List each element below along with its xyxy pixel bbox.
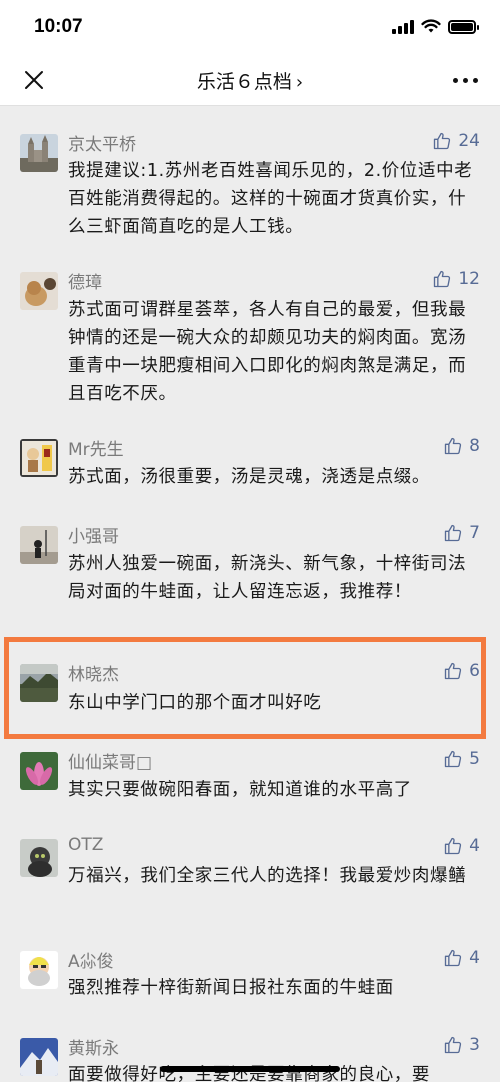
nav-bar: 乐活６点档 › bbox=[0, 56, 500, 106]
commenter-name[interactable]: 仙仙菜哥□ bbox=[68, 748, 152, 773]
thumbs-up-icon bbox=[445, 837, 462, 855]
status-bar: 10:07 bbox=[0, 0, 500, 56]
like-count: 8 bbox=[469, 436, 480, 456]
comment-text: 其实只要做碗阳春面，就知道谁的水平高了 bbox=[68, 780, 412, 800]
signal-icon bbox=[392, 19, 414, 34]
avatar[interactable] bbox=[20, 839, 58, 877]
comment-text: 苏州人独爱一碗面，新浇头、新气象，十梓街司法局对面的牛蛙面，让人留连忘返，我推荐… bbox=[68, 554, 467, 602]
church-photo-avatar bbox=[20, 134, 58, 172]
like-count: 12 bbox=[458, 269, 480, 289]
status-icons bbox=[392, 19, 479, 34]
thumbs-up-icon bbox=[445, 524, 462, 542]
more-icon[interactable] bbox=[453, 78, 478, 83]
thumbs-up-icon bbox=[445, 750, 462, 768]
comment-text: 我提建议:1.苏州老百姓喜闻乐见的，2.价位适中老百姓能消费得起的。这样的十碗面… bbox=[68, 161, 473, 237]
like-button[interactable]: 8 bbox=[443, 436, 480, 456]
like-count: 5 bbox=[469, 749, 480, 769]
like-count: 24 bbox=[458, 131, 480, 151]
commenter-name[interactable]: 德璋 bbox=[68, 268, 102, 293]
like-button[interactable]: 5 bbox=[443, 749, 480, 769]
like-button[interactable]: 7 bbox=[443, 523, 480, 543]
like-button[interactable]: 4 bbox=[443, 948, 480, 968]
thumbs-up-icon bbox=[445, 949, 462, 967]
avatar[interactable] bbox=[20, 951, 58, 989]
status-time: 10:07 bbox=[34, 16, 83, 37]
commenter-name[interactable]: 小强哥 bbox=[68, 522, 119, 547]
highlight-box bbox=[4, 637, 486, 739]
like-count: 4 bbox=[469, 948, 480, 968]
like-button[interactable]: 12 bbox=[432, 269, 480, 289]
wifi-icon bbox=[421, 19, 441, 33]
thumbs-up-icon bbox=[445, 437, 462, 455]
like-button[interactable]: 3 bbox=[443, 1035, 480, 1055]
like-button[interactable]: 24 bbox=[432, 131, 480, 151]
like-count: 3 bbox=[469, 1035, 480, 1055]
silhouette-photo-avatar bbox=[20, 526, 58, 564]
comment-text: 苏式面可谓群星荟萃，各人有自己的最爱，但我最钟情的还是一碗大众的却颇见功夫的焖肉… bbox=[68, 300, 467, 404]
thumbs-up-icon bbox=[434, 270, 451, 288]
avatar[interactable] bbox=[20, 272, 58, 310]
commenter-name[interactable]: 黄斯永 bbox=[68, 1034, 119, 1059]
cartoon-avatar bbox=[20, 439, 58, 477]
dog-photo-avatar bbox=[20, 272, 58, 310]
cat-photo-avatar bbox=[20, 839, 58, 877]
avatar[interactable] bbox=[20, 1038, 58, 1076]
chevron-right-icon: › bbox=[295, 72, 304, 93]
comment-text: 强烈推荐十梓街新闻日报社东面的牛蛙面 bbox=[68, 978, 394, 998]
page-title-text[interactable]: 乐活６点档 bbox=[197, 71, 292, 93]
commenter-name[interactable]: 京太平桥 bbox=[68, 130, 136, 155]
avatar[interactable] bbox=[20, 134, 58, 172]
mountain-photo-avatar bbox=[20, 1038, 58, 1076]
like-button[interactable]: 4 bbox=[443, 836, 480, 856]
home-indicator bbox=[160, 1066, 340, 1072]
like-count: 4 bbox=[469, 836, 480, 856]
comment-text: 苏式面，汤很重要，汤是灵魂，浇透是点缀。 bbox=[68, 467, 430, 487]
avatar[interactable] bbox=[20, 439, 58, 477]
battery-icon bbox=[448, 19, 479, 34]
avatar[interactable] bbox=[20, 752, 58, 790]
thumbs-up-icon bbox=[445, 1036, 462, 1054]
cartoon-old-man-avatar bbox=[20, 951, 58, 989]
commenter-name[interactable]: OTZ bbox=[68, 835, 103, 855]
like-count: 7 bbox=[469, 523, 480, 543]
lotus-photo-avatar bbox=[20, 752, 58, 790]
thumbs-up-icon bbox=[434, 132, 451, 150]
commenter-name[interactable]: A尛俊 bbox=[68, 947, 114, 972]
page-title[interactable]: 乐活６点档 › bbox=[0, 67, 500, 94]
avatar[interactable] bbox=[20, 526, 58, 564]
comment-text: 万福兴，我们全家三代人的选择！我最爱炒肉爆鳝 bbox=[68, 866, 467, 886]
commenter-name[interactable]: Mr先生 bbox=[68, 435, 124, 460]
